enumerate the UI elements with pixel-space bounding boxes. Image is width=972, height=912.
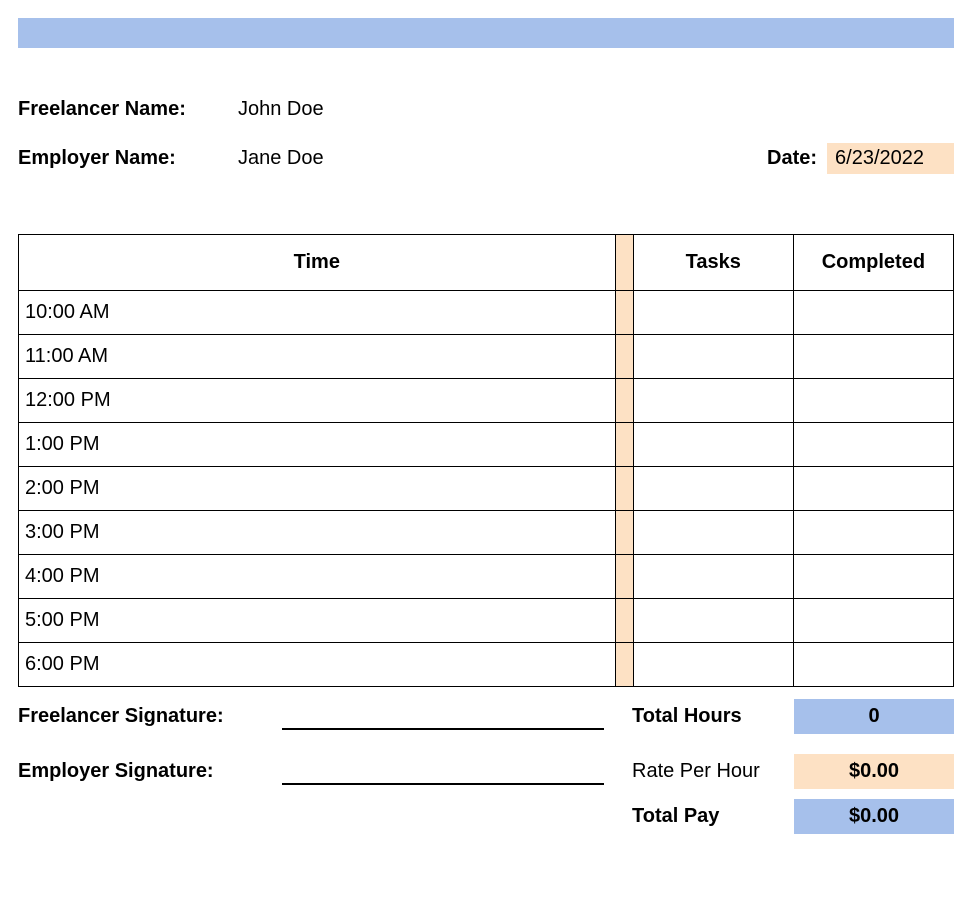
summary-block: Freelancer Signature: Total Hours 0 Empl…	[18, 699, 954, 834]
cell-time: 3:00 PM	[19, 511, 616, 555]
rate-per-hour-value: $0.00	[794, 754, 954, 789]
cell-completed[interactable]	[793, 379, 953, 423]
cell-separator	[615, 335, 633, 379]
cell-separator	[615, 467, 633, 511]
table-row: 4:00 PM	[19, 555, 954, 599]
cell-tasks[interactable]	[633, 379, 793, 423]
top-bar	[18, 18, 954, 48]
cell-time: 1:00 PM	[19, 423, 616, 467]
rate-per-hour-label: Rate Per Hour	[624, 760, 794, 783]
cell-time: 2:00 PM	[19, 467, 616, 511]
date-value: 6/23/2022	[827, 143, 954, 174]
cell-separator	[615, 599, 633, 643]
total-pay-label: Total Pay	[624, 805, 794, 828]
timesheet-table: Time Tasks Completed 10:00 AM11:00 AM12:…	[18, 234, 954, 687]
date-label: Date:	[761, 143, 823, 174]
cell-separator	[615, 643, 633, 687]
col-time: Time	[19, 235, 616, 291]
freelancer-signature-label: Freelancer Signature:	[18, 705, 278, 728]
cell-completed[interactable]	[793, 335, 953, 379]
cell-completed[interactable]	[793, 511, 953, 555]
cell-completed[interactable]	[793, 467, 953, 511]
cell-time: 10:00 AM	[19, 291, 616, 335]
cell-completed[interactable]	[793, 291, 953, 335]
cell-time: 6:00 PM	[19, 643, 616, 687]
cell-time: 4:00 PM	[19, 555, 616, 599]
table-row: 1:00 PM	[19, 423, 954, 467]
cell-tasks[interactable]	[633, 555, 793, 599]
info-block: Freelancer Name: John Doe Employer Name:…	[18, 98, 954, 174]
total-pay-value: $0.00	[794, 799, 954, 834]
table-row: 10:00 AM	[19, 291, 954, 335]
cell-completed[interactable]	[793, 599, 953, 643]
freelancer-label: Freelancer Name:	[18, 98, 238, 121]
employer-value: Jane Doe	[238, 147, 324, 170]
cell-tasks[interactable]	[633, 511, 793, 555]
cell-completed[interactable]	[793, 643, 953, 687]
cell-tasks[interactable]	[633, 423, 793, 467]
cell-tasks[interactable]	[633, 291, 793, 335]
cell-separator	[615, 555, 633, 599]
total-hours-value: 0	[794, 699, 954, 734]
cell-time: 5:00 PM	[19, 599, 616, 643]
table-row: 6:00 PM	[19, 643, 954, 687]
cell-tasks[interactable]	[633, 643, 793, 687]
table-header-row: Time Tasks Completed	[19, 235, 954, 291]
cell-tasks[interactable]	[633, 599, 793, 643]
table-row: 2:00 PM	[19, 467, 954, 511]
employer-signature-label: Employer Signature:	[18, 760, 278, 783]
employer-label: Employer Name:	[18, 147, 238, 170]
col-completed: Completed	[793, 235, 953, 291]
freelancer-row: Freelancer Name: John Doe	[18, 98, 954, 121]
col-separator	[615, 235, 633, 291]
table-row: 3:00 PM	[19, 511, 954, 555]
cell-tasks[interactable]	[633, 335, 793, 379]
table-row: 11:00 AM	[19, 335, 954, 379]
cell-separator	[615, 511, 633, 555]
cell-separator	[615, 379, 633, 423]
cell-separator	[615, 291, 633, 335]
cell-completed[interactable]	[793, 423, 953, 467]
cell-time: 11:00 AM	[19, 335, 616, 379]
cell-separator	[615, 423, 633, 467]
table-row: 12:00 PM	[19, 379, 954, 423]
freelancer-signature-line[interactable]	[282, 704, 604, 730]
employer-signature-line[interactable]	[282, 759, 604, 785]
table-row: 5:00 PM	[19, 599, 954, 643]
cell-tasks[interactable]	[633, 467, 793, 511]
cell-time: 12:00 PM	[19, 379, 616, 423]
freelancer-value: John Doe	[238, 98, 324, 121]
cell-completed[interactable]	[793, 555, 953, 599]
employer-row: Employer Name: Jane Doe Date: 6/23/2022	[18, 143, 954, 174]
col-tasks: Tasks	[633, 235, 793, 291]
total-hours-label: Total Hours	[624, 705, 794, 728]
date-pair: Date: 6/23/2022	[761, 143, 954, 174]
